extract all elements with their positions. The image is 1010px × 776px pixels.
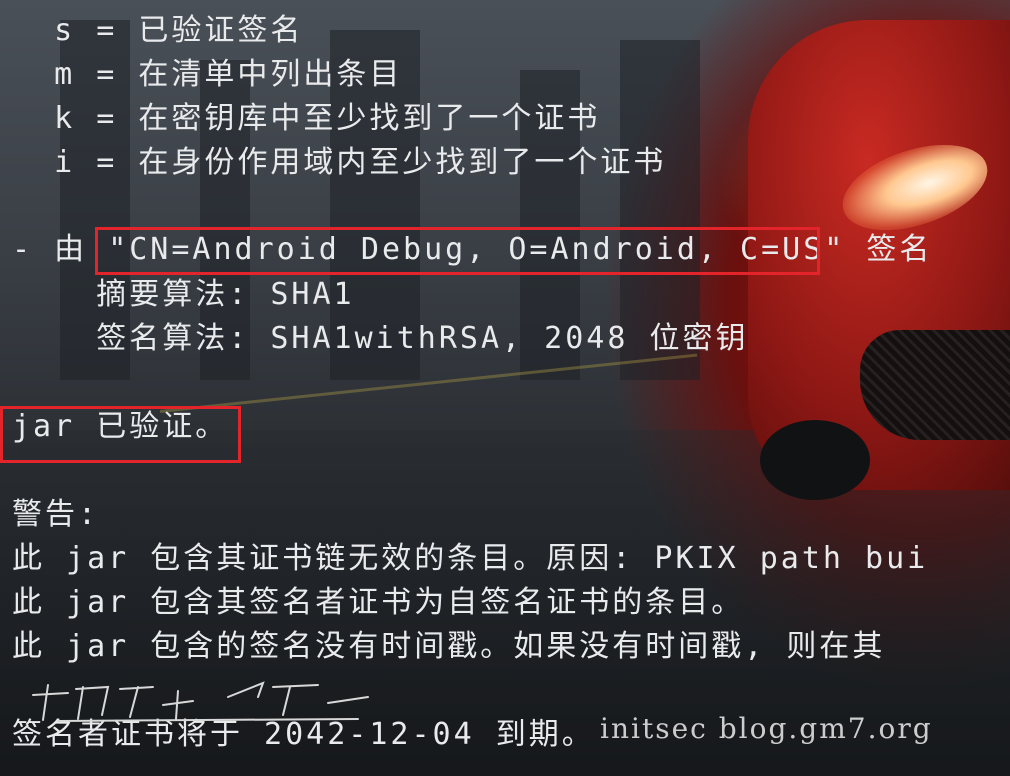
legend-line-i: i = 在身份作用域内至少找到了一个证书 [12, 145, 667, 180]
signer-dn-highlight [95, 227, 820, 275]
watermark-text: initsec blog.gm7.org [600, 712, 933, 745]
digest-algorithm-line: 摘要算法: SHA1 [12, 277, 355, 312]
scribble-overlay [32, 681, 369, 722]
warning-line: 此 jar 包含其签名者证书为自签名证书的条目。 [12, 585, 745, 620]
jar-verified-highlight [0, 406, 241, 463]
warning-title: 警告: [12, 497, 100, 532]
legend-line-s: s = 已验证签名 [12, 13, 304, 48]
signer-prefix: - 由 [12, 232, 109, 267]
signer-suffix: 签名 [845, 232, 933, 267]
background-car-grille [860, 330, 1010, 440]
warning-line: 此 jar 包含其证书链无效的条目。原因: PKIX path bui [12, 541, 929, 576]
terminal-window: s = 已验证签名 m = 在清单中列出条目 k = 在密钥库中至少找到了一个证… [0, 0, 1010, 776]
warning-line: 此 jar 包含的签名没有时间戳。如果没有时间戳, 则在其 [12, 629, 886, 664]
signature-algorithm-line: 签名算法: SHA1withRSA, 2048 位密钥 [12, 321, 749, 356]
legend-line-k: k = 在密钥库中至少找到了一个证书 [12, 101, 601, 136]
legend-line-m: m = 在清单中列出条目 [12, 57, 403, 92]
background-car-wheel [760, 420, 870, 500]
